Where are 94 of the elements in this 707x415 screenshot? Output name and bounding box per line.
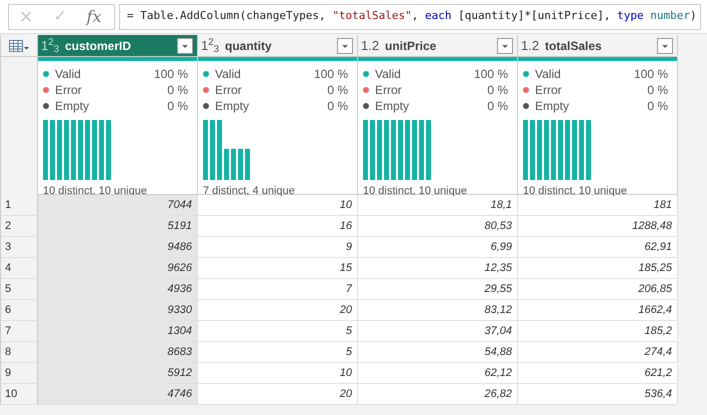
table-cell: 54,88 — [358, 342, 518, 362]
stat-value: 0 % — [167, 98, 188, 115]
row-number: 3 — [1, 237, 38, 257]
table-cell: 621,2 — [518, 363, 678, 383]
column-name: quantity — [225, 38, 273, 54]
column-header[interactable]: 1.2 unitPrice — [358, 35, 518, 56]
stat-label: Empty — [55, 98, 90, 115]
column-name: unitPrice — [385, 38, 438, 54]
table-cell: 20 — [198, 384, 358, 404]
table-cell: 181 — [518, 195, 678, 215]
stat-label: Error — [535, 82, 563, 99]
table-cell: 62,12 — [358, 363, 518, 383]
table-cell: 9330 — [38, 300, 198, 320]
table-cell: 206,85 — [518, 279, 678, 299]
fx-button[interactable]: fx — [77, 4, 111, 28]
column-header[interactable]: 1.2 totalSales — [518, 35, 678, 56]
table-cell: 83,12 — [358, 300, 518, 320]
table-cell: 18,1 — [358, 195, 518, 215]
table-cell: 26,82 — [358, 384, 518, 404]
stat-label: Error — [375, 82, 403, 99]
table-cell: 5191 — [38, 216, 198, 236]
table-cell: 62,91 — [518, 237, 678, 257]
table-cell: 185,2 — [518, 321, 678, 341]
stat-value: 100 % — [634, 66, 668, 83]
table-cell: 37,04 — [358, 321, 518, 341]
table-cell: 1288,48 — [518, 216, 678, 236]
table-cell: 1662,4 — [518, 300, 678, 320]
row-number: 6 — [1, 300, 38, 320]
histogram-drawing — [523, 120, 591, 180]
dropdown-button[interactable] — [337, 38, 353, 54]
table-cell: 29,55 — [358, 279, 518, 299]
table-cell: 16 — [198, 216, 358, 236]
stat-label: Empty — [215, 98, 250, 115]
table-cell: 7044 — [38, 195, 198, 215]
stat-label: Empty — [535, 98, 570, 115]
dropdown-button[interactable] — [177, 38, 193, 54]
column-header[interactable]: 1$^{2}$$_{3}$ customerID — [38, 35, 198, 56]
table-icon[interactable] — [9, 40, 29, 52]
stat-value: 0 % — [647, 82, 668, 99]
stat-value: 100 % — [154, 66, 188, 83]
table-cell: 6,99 — [358, 237, 518, 257]
table-cell: 8683 — [38, 342, 198, 362]
stat-label: Valid — [215, 66, 242, 83]
histogram-drawing — [43, 120, 111, 180]
dropdown-button[interactable] — [497, 38, 513, 54]
stat-value: 100 % — [474, 66, 508, 83]
column-name: customerID — [65, 38, 132, 54]
table-cell: 12,35 — [358, 258, 518, 278]
table-cell: 9626 — [38, 258, 198, 278]
table-cell: 80,53 — [358, 216, 518, 236]
row-number: 8 — [1, 342, 38, 362]
row-number: 5 — [1, 279, 38, 299]
stat-value: 0 % — [327, 82, 348, 99]
table-cell: 1304 — [38, 321, 198, 341]
table-cell: 20 — [198, 300, 358, 320]
table-cell: 9 — [198, 237, 358, 257]
stat-value: 0 % — [487, 98, 508, 115]
type-icon: 1.2 — [521, 36, 543, 56]
column-header[interactable]: 1$^{2}$$_{3}$ quantity — [198, 35, 358, 56]
table-cell: 9486 — [38, 237, 198, 257]
row-number: 2 — [1, 216, 38, 236]
stat-label: Valid — [55, 66, 82, 83]
stat-label: Valid — [535, 66, 562, 83]
dropdown-button[interactable] — [657, 38, 673, 54]
row-number: 9 — [1, 363, 38, 383]
stat-value: 100 % — [314, 66, 348, 83]
stat-value: 0 % — [327, 98, 348, 115]
stat-label: Error — [55, 82, 83, 99]
table-cell: 536,4 — [518, 384, 678, 404]
stat-label: Error — [215, 82, 243, 99]
table-cell: 5 — [198, 342, 358, 362]
stat-value: 0 % — [167, 82, 188, 99]
type-icon: 1.2 — [361, 36, 383, 56]
table-cell: 274,4 — [518, 342, 678, 362]
table-cell: 7 — [198, 279, 358, 299]
table-cell: 185,25 — [518, 258, 678, 278]
formula-field[interactable]: = Table.AddColumn(changeTypes, "totalSales", each [quantity]*[unitPrice], type number) — [119, 4, 701, 30]
row-number: 10 — [1, 384, 38, 404]
histogram-drawing — [203, 120, 250, 180]
column-name: totalSales — [545, 38, 603, 54]
table-cell: 5912 — [38, 363, 198, 383]
table-cell: 15 — [198, 258, 358, 278]
row-number: 4 — [1, 258, 38, 278]
stat-value: 0 % — [487, 82, 508, 99]
table-cell: 5 — [198, 321, 358, 341]
histogram-drawing — [363, 120, 431, 180]
stat-label: Valid — [375, 66, 402, 83]
table-cell: 10 — [198, 363, 358, 383]
table-cell: 4936 — [38, 279, 198, 299]
row-number: 7 — [1, 321, 38, 341]
stat-value: 0 % — [647, 98, 668, 115]
stat-label: Empty — [375, 98, 410, 115]
table-cell: 10 — [198, 195, 358, 215]
table-cell: 4746 — [38, 384, 198, 404]
